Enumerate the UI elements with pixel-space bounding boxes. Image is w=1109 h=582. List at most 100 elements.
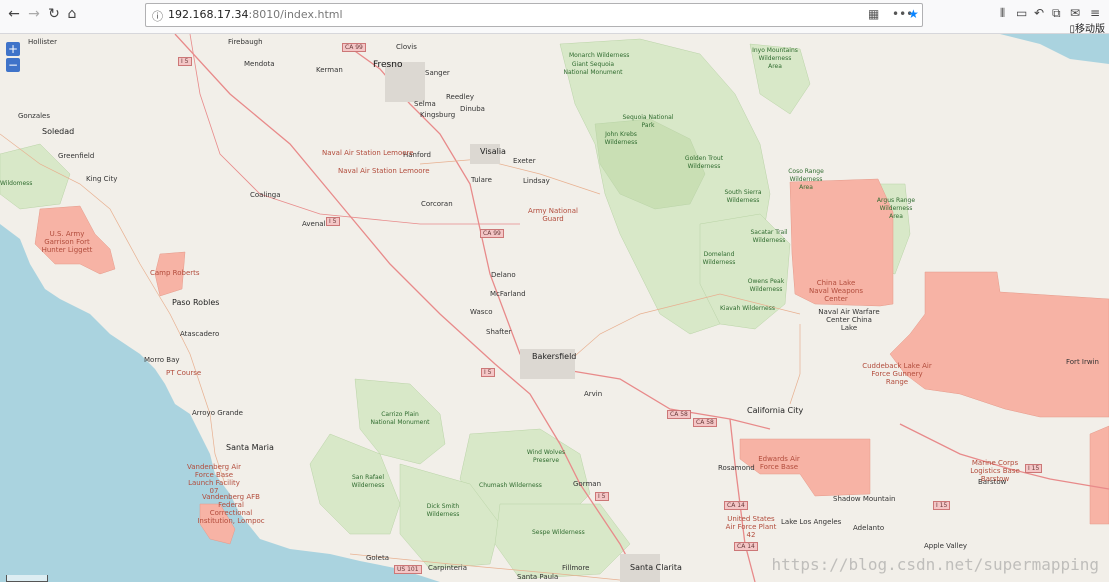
place-label: Arroyo Grande [192,409,243,417]
military-label: Marine Corps Logistics Base Barstow [970,459,1020,483]
park-label: Domeland Wilderness [702,251,736,266]
park-label: Sacatar Trail Wilderness [750,229,788,244]
place-label: Apple Valley [924,542,968,550]
place-label: Kerman [316,66,343,74]
place-label: Adelanto [853,524,885,532]
military-label: Naval Air Station Lemoore [322,149,414,157]
url-bar[interactable]: ⓘ 192.168.17.34:8010/index.html ▦ ••• ★ [145,3,923,27]
park-label: Dick Smith Wilderness [426,503,460,518]
military-label: PT Course [166,369,202,377]
road-shield: US 101 [394,565,422,574]
place-label: Tulare [471,176,492,184]
place-label: Gonzales [18,112,51,120]
road-shield: I 15 [933,501,951,510]
undo-icon[interactable]: ↶ [1034,6,1044,20]
mobile-bookmarks[interactable]: ▯移动版 [1069,20,1105,35]
military-label: U.S. Army Garrison Fort Hunter Liggett [41,230,93,254]
place-label: Soledad [42,127,75,136]
place-label: Coalinga [250,191,281,199]
park-label: San Rafael Wilderness [351,474,385,489]
park-label: Argus Range Wilderness Area [876,197,916,220]
chat-icon[interactable]: ✉ [1070,6,1080,20]
park-label: Golden Trout Wilderness [684,155,724,170]
url-host: 192.168.17.34 [168,8,249,21]
place-label: Clovis [396,43,417,51]
place-label: McFarland [490,290,526,298]
qr-code-icon[interactable]: ▦ [868,7,879,21]
park-label: Kiavah Wilderness [720,305,775,312]
place-label: Reedley [446,93,474,101]
park-label: Owens Peak Wilderness [747,278,785,293]
road-shield: I 5 [326,217,340,226]
place-label: Shafter [486,328,512,336]
road-shield: I 15 [1025,464,1043,473]
forward-icon[interactable]: → [24,4,44,24]
park-label: Wind Wolves Preserve [526,449,566,464]
park-label: Giant Sequoia National Monument [563,61,623,76]
browser-toolbar: ← → ↻ ⌂ ⓘ 192.168.17.34:8010/index.html … [0,0,1109,35]
place-label: Hollister [28,38,57,46]
park-label: Carrizo Plain National Monument [370,411,430,426]
place-label: Delano [491,271,516,279]
zoom-out-button[interactable]: − [6,58,20,72]
place-label: Lindsay [523,177,550,185]
place-label: Atascadero [180,330,220,338]
military-label: Naval Air Station Lemoore [338,167,430,175]
menu-icon[interactable]: ≡ [1090,6,1100,20]
place-label: Firebaugh [228,38,263,46]
reload-icon[interactable]: ↻ [44,4,64,24]
place-label: Paso Robles [172,298,220,307]
military-label: Vandenberg Air Force Base Launch Facilit… [187,463,241,495]
place-label: Carpinteria [428,564,468,572]
place-label: Visalia [480,147,506,156]
road-shield: CA 58 [693,418,717,427]
place-label: Shadow Mountain [833,495,896,503]
place-label: Fort Irwin [1066,358,1099,366]
road-shield: I 5 [595,492,609,501]
military-label: Naval Air Warfare Center China Lake [818,308,880,332]
military-label: Vandenberg AFB Federal Correctional Inst… [197,493,265,525]
place-label: Wasco [470,308,493,316]
crop-icon[interactable]: ⧉ [1052,6,1061,21]
place-label: Dinuba [460,105,485,113]
info-icon[interactable]: ⓘ [152,8,163,24]
park-label: John Krebs Wilderness [604,131,638,146]
road-shield: I 5 [178,57,192,66]
place-label: Santa Paula [517,573,559,581]
road-shield: CA 58 [667,410,691,419]
place-label: Bakersfield [532,352,577,361]
road-shield: CA 99 [480,229,504,238]
home-icon[interactable]: ⌂ [62,4,82,24]
url-path: :8010/index.html [248,8,343,21]
place-label: Santa Maria [226,443,274,452]
place-label: Fresno [373,60,403,70]
place-label: Wildomess [0,180,33,187]
sidebar-icon[interactable]: ▭ [1016,6,1027,20]
bookmark-star-icon[interactable]: ★ [908,7,919,21]
place-label: Mendota [244,60,275,68]
park-label: Sespe Wilderness [532,529,585,536]
place-label: Exeter [513,157,536,165]
place-label: Sanger [425,69,450,77]
back-icon[interactable]: ← [4,4,24,24]
place-label: California City [747,406,804,415]
library-icon[interactable]: ⫴ [1000,6,1005,21]
place-label: Selma [414,100,436,108]
place-label: Gorman [573,480,602,488]
place-label: Kingsburg [420,111,456,119]
place-label: Corcoran [421,200,453,208]
place-label: Santa Clarita [630,563,682,572]
place-label: Fillmore [562,564,590,572]
road-shield: I 5 [481,368,495,377]
url-text[interactable]: 192.168.17.34:8010/index.html [168,8,343,21]
place-label: Arvin [584,390,603,398]
park-label: Coso Range Wilderness Area [788,168,824,191]
military-label: Edwards Air Force Base [758,455,800,471]
military-label: Army National Guard [528,207,578,223]
road-shield: CA 14 [724,501,748,510]
place-label: Lake Los Angeles [781,518,842,526]
map-view[interactable]: + − Hollister Firebaugh Clovis Mendota K… [0,34,1109,582]
military-label: China Lake Naval Weapons Center [808,279,864,303]
place-label: Greenfield [58,152,95,160]
zoom-in-button[interactable]: + [6,42,20,56]
